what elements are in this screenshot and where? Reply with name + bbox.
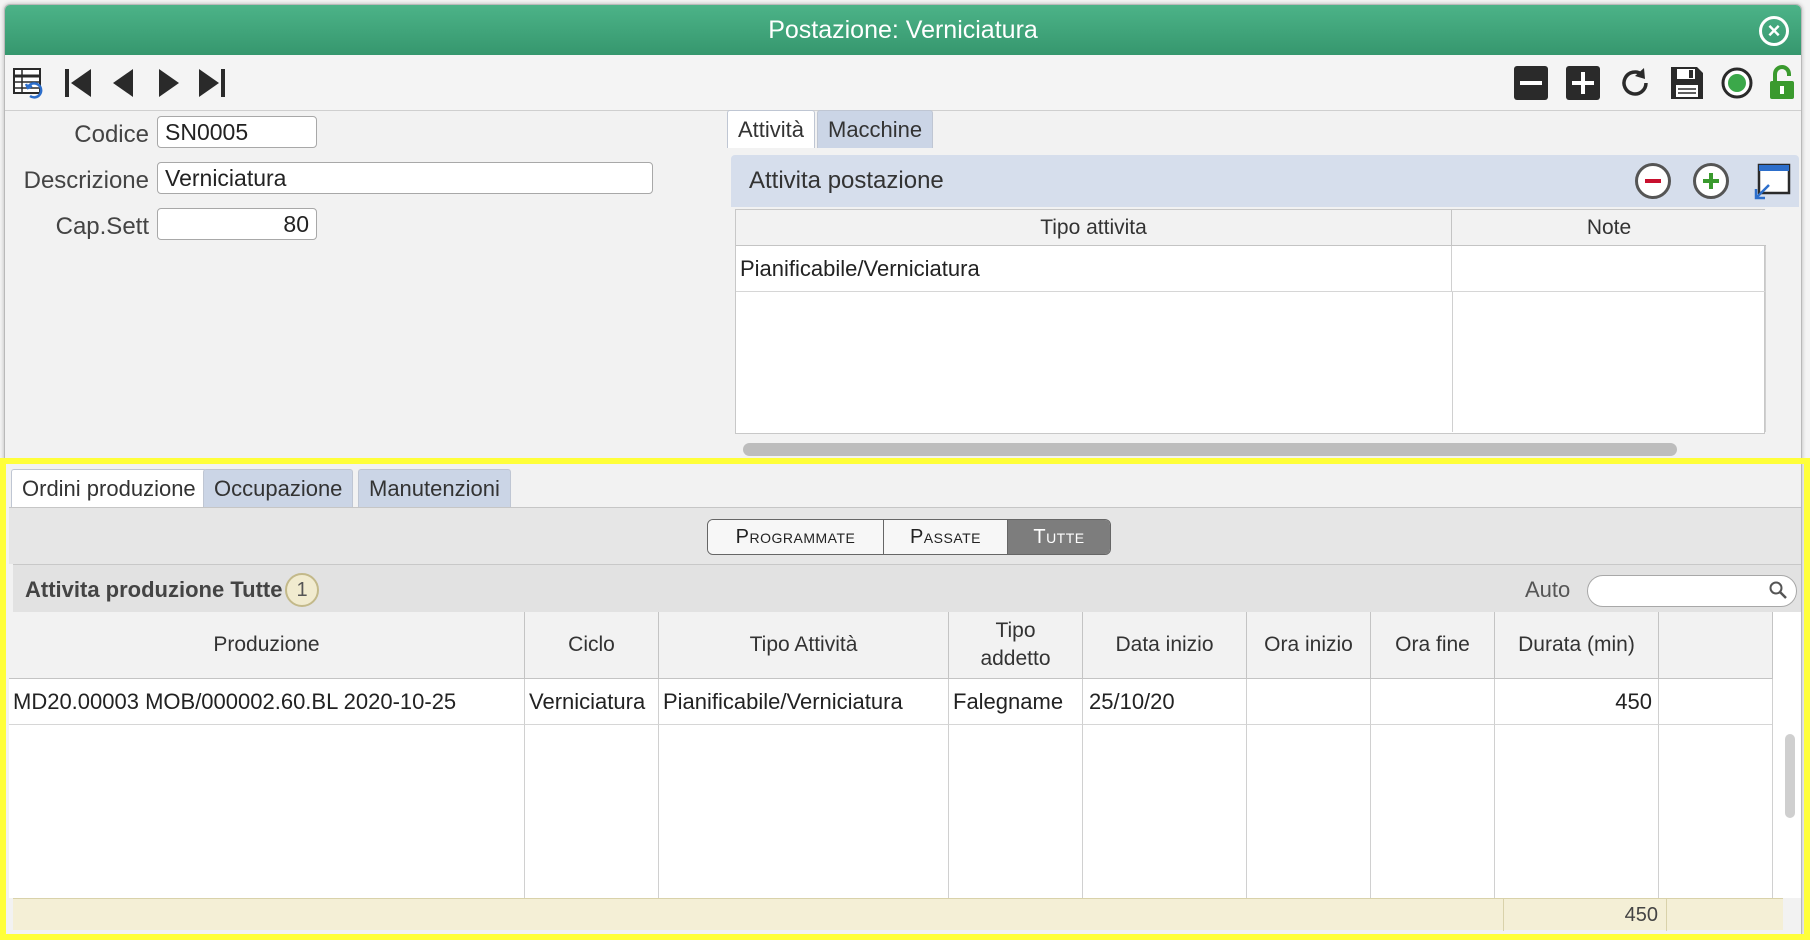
grid-divider [1082,725,1083,898]
next-record-icon[interactable] [151,64,187,102]
filter-programmate-button[interactable]: Programmate [708,520,884,554]
previous-record-icon[interactable] [105,64,141,102]
grid-divider [524,725,525,898]
filter-tutte-button[interactable]: Tutte [1008,520,1110,554]
descrizione-input[interactable]: Verniciatura [157,162,653,194]
grid-divider [1765,292,1766,432]
first-record-icon[interactable] [61,64,97,102]
column-header-note[interactable]: Note [1452,210,1766,246]
codice-label: Codice [74,121,149,148]
production-cell-tipo-attivita[interactable]: Pianificabile/Verniciatura [659,679,949,725]
grid-divider [948,725,949,898]
attivita-row-tipo[interactable]: Pianificabile/Verniciatura [736,246,1452,292]
total-durata: 450 [1503,899,1667,931]
column-header-ora-fine[interactable]: Ora fine [1371,612,1495,679]
capsett-label: Cap.Sett [55,213,149,240]
column-header-tipo-addetto[interactable]: Tipo addetto [949,612,1083,679]
horizontal-scrollbar[interactable] [743,443,1677,456]
title-bar: Postazione: Verniciatura × [5,5,1801,55]
attivita-row-note[interactable] [1452,246,1766,292]
column-header-tipo-attivita[interactable]: Tipo Attività [659,612,949,679]
production-section-title: Attivita produzione Tutte [25,577,283,602]
search-icon [1768,580,1788,605]
attivita-grid: Tipo attivita Note Pianificabile/Vernici… [735,209,1766,434]
attivita-panel-title: Attivita postazione [749,167,944,194]
codice-input[interactable]: SN0005 [157,116,317,148]
production-cell-durata[interactable]: 450 [1495,679,1659,725]
production-cell-produzione[interactable]: MD20.00003 MOB/000002.60.BL 2020-10-25 [9,679,525,725]
filter-segmented-control: Programmate Passate Tutte [707,519,1111,555]
table-view-icon[interactable] [11,64,47,102]
production-cell-ora-inizio[interactable] [1247,679,1371,725]
production-cell-data-inizio[interactable]: 25/10/20 [1083,679,1247,725]
column-header-empty [1659,612,1773,679]
save-icon[interactable] [1669,64,1705,102]
grid-divider [1246,725,1247,898]
column-header-tipo-attivita[interactable]: Tipo attivita [736,210,1452,246]
column-header-data-inizio[interactable]: Data inizio [1083,612,1247,679]
add-record-icon[interactable] [1565,64,1601,102]
last-record-icon[interactable] [193,64,229,102]
refresh-icon[interactable] [1617,64,1653,102]
column-header-durata[interactable]: Durata (min) [1495,612,1659,679]
remove-row-icon[interactable] [1635,163,1671,199]
status-dot-icon[interactable] [1719,64,1755,102]
column-header-produzione[interactable]: Produzione [9,612,525,679]
grid-divider [658,725,659,898]
grid-divider [1772,679,1773,898]
expand-panel-icon[interactable] [1753,163,1791,201]
production-cell-ora-fine[interactable] [1371,679,1495,725]
capsett-input[interactable]: 80 [157,208,317,240]
tab-attivita[interactable]: Attività [727,110,816,148]
filter-passate-button[interactable]: Passate [884,520,1008,554]
tab-manutenzioni[interactable]: Manutenzioni [358,469,511,507]
count-badge: 1 [285,573,319,607]
search-label: Auto [1525,577,1571,602]
unlock-icon[interactable] [1765,64,1799,102]
column-header-ora-inizio[interactable]: Ora inizio [1247,612,1371,679]
close-icon[interactable]: × [1759,16,1789,46]
production-cell-tipo-addetto[interactable]: Falegname [949,679,1083,725]
tab-occupazione[interactable]: Occupazione [203,469,354,507]
delete-record-icon[interactable] [1513,64,1549,102]
production-section-header: Attivita produzione Tutte 1 Auto [13,564,1801,616]
column-header-ciclo[interactable]: Ciclo [525,612,659,679]
grid-divider [1658,725,1659,898]
production-cell-ciclo[interactable]: Verniciatura [525,679,659,725]
vertical-scrollbar[interactable] [1785,734,1795,818]
attivita-panel: Attivita postazione Tipo attivita Note P… [731,155,1801,460]
toolbar [5,55,1801,111]
grid-divider [1370,725,1371,898]
record-window: Postazione: Verniciatura × Codice SN0005… [4,4,1802,936]
tab-macchine[interactable]: Macchine [817,110,934,148]
grid-divider [1452,292,1453,432]
tab-ordini-produzione[interactable]: Ordini produzione [11,469,207,507]
production-cell-empty [1659,679,1773,725]
descrizione-label: Descrizione [23,167,149,194]
production-grid: Produzione Ciclo Tipo Attività Tipo adde… [9,612,1801,898]
window-title: Postazione: Verniciatura [768,15,1038,44]
grid-divider [1494,725,1495,898]
totals-footer: 450 [13,898,1783,931]
search-input[interactable] [1587,575,1797,607]
add-row-icon[interactable] [1693,163,1729,199]
